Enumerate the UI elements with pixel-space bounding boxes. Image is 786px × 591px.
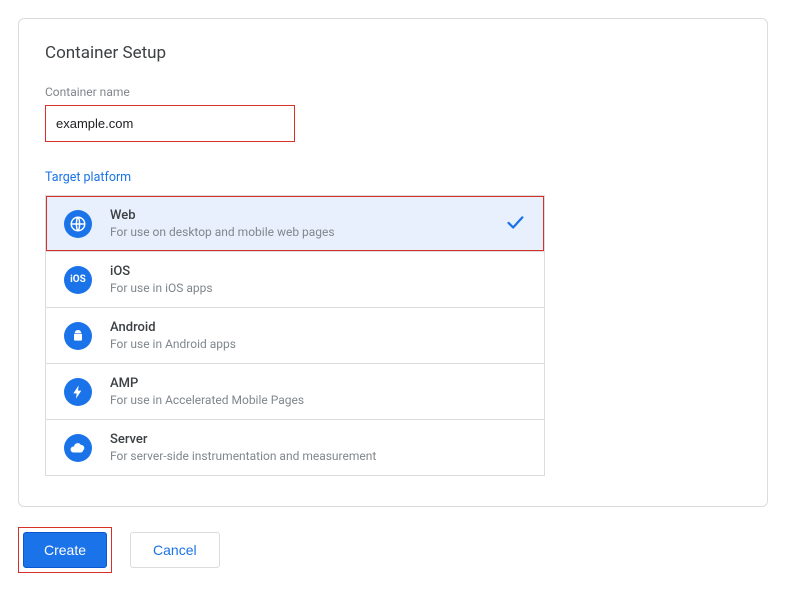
platform-desc: For use in iOS apps: [110, 281, 526, 295]
check-icon: [504, 211, 526, 237]
platform-desc: For server-side instrumentation and meas…: [110, 449, 526, 463]
platform-option-android[interactable]: Android For use in Android apps: [46, 307, 544, 363]
platform-title: Server: [110, 432, 526, 447]
platform-desc: For use on desktop and mobile web pages: [110, 225, 486, 239]
action-bar: Create Cancel: [18, 527, 768, 573]
cancel-button[interactable]: Cancel: [130, 532, 220, 568]
platform-option-amp[interactable]: AMP For use in Accelerated Mobile Pages: [46, 363, 544, 419]
platform-title: AMP: [110, 376, 526, 391]
platform-desc: For use in Android apps: [110, 337, 526, 351]
target-platform-label: Target platform: [45, 170, 741, 185]
card-title: Container Setup: [45, 43, 741, 63]
bolt-icon: [64, 378, 92, 406]
platform-option-ios[interactable]: iOS iOS For use in iOS apps: [46, 251, 544, 307]
platform-title: Web: [110, 208, 486, 223]
platform-option-server[interactable]: Server For server-side instrumentation a…: [46, 419, 544, 475]
cloud-icon: [64, 434, 92, 462]
container-setup-card: Container Setup Container name Target pl…: [18, 18, 768, 507]
ios-icon: iOS: [64, 266, 92, 294]
container-name-input[interactable]: [46, 106, 294, 141]
globe-icon: [64, 210, 92, 238]
platform-title: Android: [110, 320, 526, 335]
platform-option-web[interactable]: Web For use on desktop and mobile web pa…: [46, 196, 544, 251]
android-icon: [64, 322, 92, 350]
container-name-label: Container name: [45, 85, 741, 99]
container-name-highlight: [45, 105, 295, 142]
platform-list: Web For use on desktop and mobile web pa…: [45, 195, 545, 476]
platform-desc: For use in Accelerated Mobile Pages: [110, 393, 526, 407]
platform-title: iOS: [110, 264, 526, 279]
create-button[interactable]: Create: [23, 532, 107, 568]
create-highlight: Create: [18, 527, 112, 573]
